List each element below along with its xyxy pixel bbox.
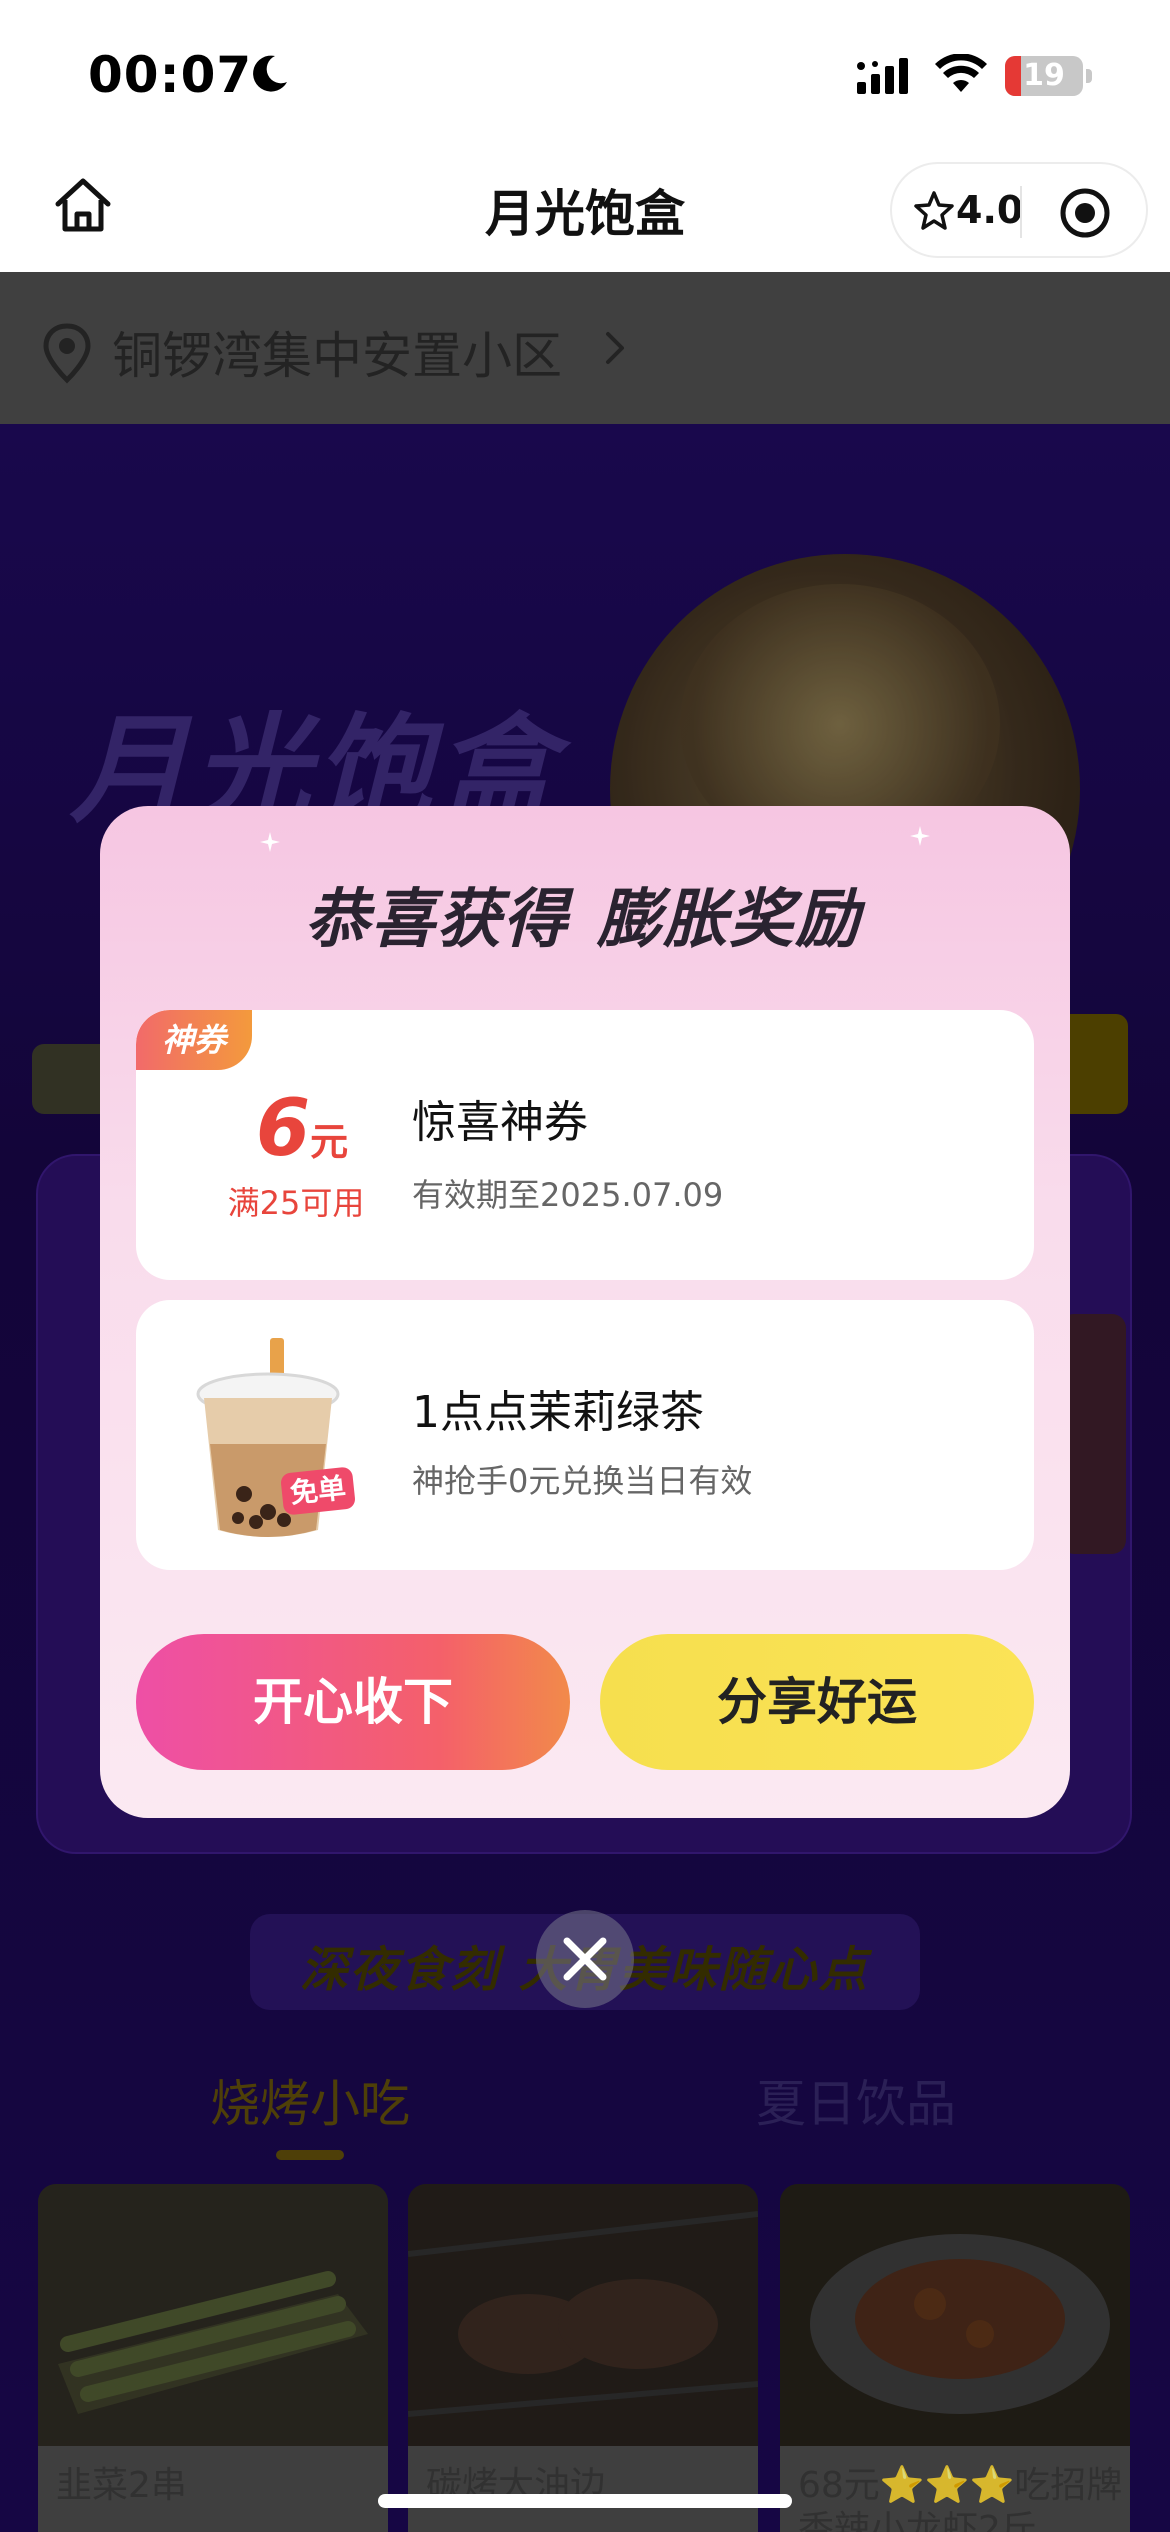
rating-value[interactable]: 4.0: [956, 188, 1023, 232]
free-badge: 免单: [280, 1466, 356, 1516]
capsule-divider: [1020, 186, 1022, 238]
close-icon: [563, 1937, 607, 1981]
coupon-unit: 元: [310, 1120, 349, 1164]
coupon-reward-card: 神券 6元 满25可用 惊喜神券 有效期至2025.07.09: [136, 1010, 1034, 1280]
status-time: 00:07: [88, 46, 253, 104]
coupon-condition: 满25可用: [227, 1184, 365, 1222]
moon-icon: [253, 55, 287, 92]
accept-button[interactable]: 开心收下: [136, 1634, 570, 1770]
nav-bar: 月光饱盒 4.0: [0, 150, 1170, 272]
milk-tea-cup-icon: [196, 1338, 340, 1537]
sparkle-icon: [260, 832, 280, 852]
wifi-icon: [935, 54, 987, 92]
coupon-tag: 神券: [136, 1010, 252, 1070]
battery-indicator: 19: [1005, 56, 1093, 96]
coupon-amount: 6元: [202, 1084, 402, 1174]
mini-program-capsule: 4.0: [890, 162, 1148, 258]
modal-title-prefix: 恭喜获得: [304, 883, 569, 957]
modal-title: 恭喜获得 膨胀奖励: [100, 868, 1070, 960]
home-indicator: [378, 2494, 792, 2508]
modal-title-highlight: 膨胀奖励: [593, 868, 866, 960]
cellular-signal-icon: [857, 58, 908, 94]
sparkle-icon: [910, 826, 930, 846]
close-mini-program-icon[interactable]: [1058, 186, 1112, 240]
drink-reward-card: 免单 1点点茉莉绿茶 神抢手0元兑换当日有效: [136, 1300, 1034, 1570]
modal-close-button[interactable]: [536, 1910, 634, 2008]
battery-level: 19: [1023, 58, 1065, 93]
share-button[interactable]: 分享好运: [600, 1634, 1034, 1770]
drink-title: 1点点茉莉绿茶: [412, 1387, 704, 1438]
star-icon[interactable]: [914, 190, 954, 230]
drink-subtitle: 神抢手0元兑换当日有效: [412, 1462, 753, 1500]
coupon-validity: 有效期至2025.07.09: [412, 1176, 724, 1214]
coupon-title: 惊喜神券: [412, 1097, 588, 1148]
status-bar: 00:07 19: [0, 0, 1170, 150]
coupon-value: 6: [255, 1084, 311, 1174]
reward-modal: 恭喜获得 膨胀奖励 神券 6元 满25可用 惊喜神券 有效期至2025.07.0…: [100, 806, 1070, 1818]
